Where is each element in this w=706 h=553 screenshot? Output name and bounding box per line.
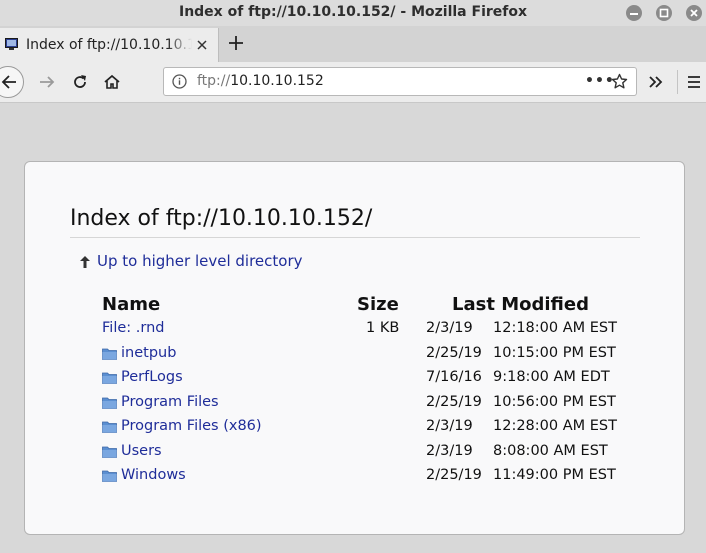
modified-time: 8:08:00 AM EST: [493, 442, 608, 459]
hamburger-icon[interactable]: [686, 74, 702, 90]
info-icon[interactable]: [172, 74, 187, 89]
folder-icon: [102, 470, 117, 482]
folder-link[interactable]: Program Files (x86): [121, 418, 262, 434]
close-icon[interactable]: [196, 39, 208, 51]
table-row: inetpub 2/25/19 10:15:00 PM EST: [25, 345, 686, 369]
table-row: PerfLogs 7/16/16 9:18:00 AM EDT: [25, 369, 686, 393]
modified-date: 2/25/19: [426, 393, 482, 410]
folder-link[interactable]: PerfLogs: [121, 369, 183, 385]
modified-time: 9:18:00 AM EDT: [493, 369, 610, 385]
chevron-double-right-icon[interactable]: [647, 73, 665, 91]
folder-link[interactable]: inetpub: [121, 345, 176, 361]
modified-time: 12:18:00 AM EST: [493, 320, 617, 336]
modified-date: 7/16/16: [426, 369, 482, 385]
folder-link[interactable]: Windows: [121, 467, 186, 483]
star-icon[interactable]: [611, 73, 628, 90]
arrow-up-icon: [80, 256, 90, 268]
maximize-icon: [659, 8, 669, 18]
table-row: Users 2/3/19 8:08:00 AM EST: [25, 443, 686, 467]
folder-icon: [102, 421, 117, 433]
directory-listing-panel: Index of ftp://10.10.10.152/ Up to highe…: [24, 161, 685, 535]
folder-icon: [102, 372, 117, 384]
close-window-button[interactable]: [686, 5, 702, 21]
folder-link[interactable]: Users: [121, 443, 162, 459]
minimize-icon: [630, 13, 638, 15]
folder-icon: [102, 446, 117, 458]
modified-date: 2/25/19: [426, 344, 482, 361]
window-title: Index of ftp://10.10.10.152/ - Mozilla F…: [178, 4, 528, 20]
back-button[interactable]: [0, 66, 24, 98]
tab-ftp-index[interactable]: Index of ftp://10.10.10.152/: [0, 28, 219, 62]
url-host: 10.10.10.152: [230, 73, 324, 89]
folder-icon: [102, 397, 117, 409]
arrow-right-icon[interactable]: [38, 73, 56, 91]
column-header-size[interactable]: Size: [357, 294, 399, 315]
table-row: Program Files (x86) 2/3/19 12:28:00 AM EST: [25, 418, 686, 442]
up-directory-link[interactable]: Up to higher level directory: [97, 252, 303, 270]
url-bar[interactable]: ftp://10.10.10.152 •••: [163, 67, 637, 96]
modified-date: 2/25/19: [426, 467, 482, 483]
column-header-name[interactable]: Name: [102, 294, 160, 315]
toolbar-separator: [677, 70, 678, 94]
modified-time: 10:56:00 PM EST: [493, 393, 616, 410]
content-area: Index of ftp://10.10.10.152/ Up to highe…: [0, 103, 706, 553]
folder-link[interactable]: Program Files: [121, 394, 219, 410]
maximize-button[interactable]: [656, 5, 672, 21]
table-row: Program Files 2/25/19 10:56:00 PM EST: [25, 394, 686, 418]
arrow-left-icon: [1, 75, 16, 89]
modified-date: 2/3/19: [426, 442, 473, 459]
navigation-toolbar: ftp://10.10.10.152 •••: [0, 62, 706, 103]
column-header-last-modified[interactable]: Last Modified: [452, 294, 589, 315]
minimize-button[interactable]: [626, 5, 642, 21]
modified-time: 12:28:00 AM EST: [493, 418, 617, 434]
url-text[interactable]: ftp://10.10.10.152: [197, 73, 324, 89]
file-link[interactable]: File: .rnd: [102, 320, 164, 336]
plus-icon[interactable]: [228, 35, 244, 51]
url-scheme: ftp://: [197, 73, 231, 89]
table-row: Windows 2/25/19 11:49:00 PM EST: [25, 467, 686, 491]
browser-window: Index of ftp://10.10.10.152/ - Mozilla F…: [0, 0, 706, 553]
title-bar: Index of ftp://10.10.10.152/ - Mozilla F…: [0, 0, 706, 26]
close-icon: [690, 9, 698, 17]
folder-icon: [102, 348, 117, 360]
tab-strip: Index of ftp://10.10.10.152/: [0, 26, 706, 62]
monitor-icon: [5, 38, 18, 50]
reload-icon[interactable]: [71, 73, 89, 91]
modified-date: 2/3/19: [426, 418, 473, 434]
modified-time: 11:49:00 PM EST: [493, 467, 616, 483]
modified-time: 10:15:00 PM EST: [493, 344, 616, 361]
modified-date: 2/3/19: [426, 320, 473, 336]
page-title: Index of ftp://10.10.10.152/: [70, 206, 640, 238]
tab-label: Index of ftp://10.10.10.152/: [26, 37, 192, 53]
table-row: File: .rnd 1 KB 2/3/19 12:18:00 AM EST: [25, 320, 686, 344]
home-icon[interactable]: [103, 73, 121, 91]
file-size: 1 KB: [366, 320, 400, 336]
